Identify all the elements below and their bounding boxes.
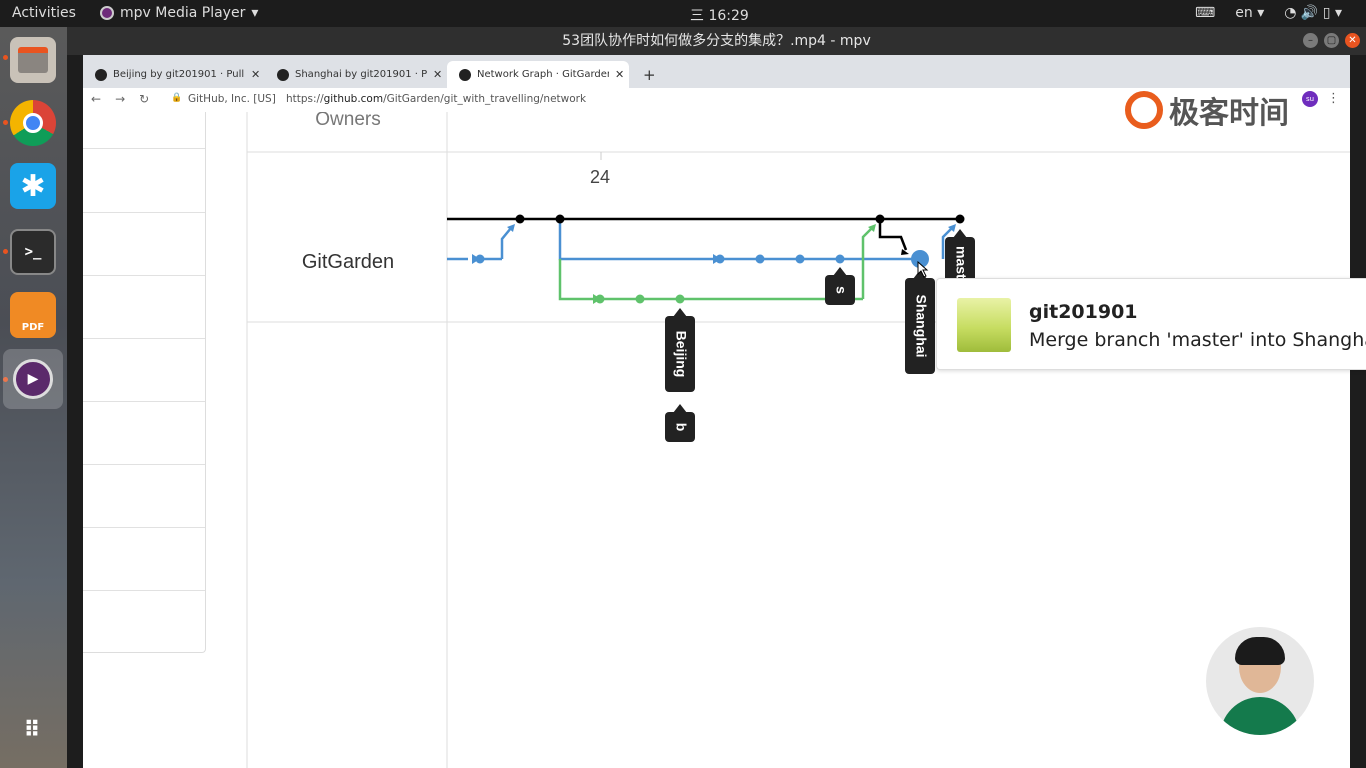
github-icon bbox=[459, 68, 471, 81]
owner-name: GitGarden bbox=[302, 251, 394, 273]
tab-network-graph[interactable]: Network Graph · GitGarden/git ✕ bbox=[447, 61, 629, 88]
branch-shanghai bbox=[447, 219, 953, 261]
play-icon: ▶ bbox=[13, 359, 53, 399]
branch-master bbox=[447, 217, 960, 251]
show-applications-icon[interactable]: ⠿ bbox=[10, 707, 56, 753]
github-icon bbox=[95, 68, 107, 81]
tab-shanghai[interactable]: Shanghai by git201901 · Pull R ✕ bbox=[265, 61, 447, 88]
language-label: en bbox=[1235, 5, 1253, 21]
commit-dot[interactable] bbox=[515, 214, 525, 224]
lock-icon[interactable]: 🔒 bbox=[171, 93, 182, 103]
wifi-icon: ◔ bbox=[1284, 5, 1297, 21]
presenter-video-overlay bbox=[1206, 627, 1314, 735]
launcher-dock: ✱ >_ PDF ▶ ⠿ bbox=[0, 27, 67, 768]
running-indicator bbox=[3, 120, 8, 125]
tab-beijing[interactable]: Beijing by git201901 · Pull Req ✕ bbox=[83, 61, 265, 88]
label-shanghai-text: Shanghai bbox=[913, 294, 929, 357]
close-icon[interactable]: ✕ bbox=[251, 68, 260, 81]
close-icon[interactable]: ✕ bbox=[433, 68, 442, 81]
battery-icon: ▯ bbox=[1322, 5, 1331, 21]
geektime-logo-icon bbox=[1125, 91, 1163, 129]
language-indicator[interactable]: en ▾ bbox=[1235, 5, 1264, 21]
window-title-bar: 53团队协作时如何做多分支的集成？.mp4 - mpv – ▢ ✕ bbox=[67, 27, 1366, 55]
profile-avatar[interactable]: su bbox=[1302, 91, 1318, 107]
commit-dot[interactable] bbox=[955, 214, 965, 224]
close-icon[interactable]: ✕ bbox=[1345, 33, 1360, 48]
url-path: /GitGarden/git_with_travelling/network bbox=[383, 93, 587, 105]
commit-tooltip: git201901 Merge branch 'master' into Sha… bbox=[936, 278, 1366, 370]
running-indicator bbox=[3, 55, 8, 60]
tab-label: Beijing by git201901 · Pull Req bbox=[113, 69, 245, 80]
label-b-text: b bbox=[673, 423, 689, 432]
label-s-text: s bbox=[833, 286, 849, 294]
keyboard-icon[interactable]: ⌨ bbox=[1195, 5, 1215, 21]
label-beijing: Beijing bbox=[665, 308, 695, 392]
label-shanghai: Shanghai bbox=[905, 270, 935, 374]
commit-message: Merge branch 'master' into Shanghai bbox=[1029, 329, 1366, 351]
url-prefix: https:// bbox=[286, 93, 324, 105]
label-beijing-text: Beijing bbox=[673, 331, 689, 378]
system-tray: ⌨ en ▾ ◔ 🔊 ▯ ▾ bbox=[1195, 5, 1342, 21]
commit-dot[interactable] bbox=[715, 254, 725, 264]
app-menu[interactable]: mpv Media Player ▾ bbox=[100, 5, 258, 21]
forward-icon[interactable]: → bbox=[115, 92, 125, 106]
commit-dot[interactable] bbox=[795, 254, 805, 264]
clock[interactable]: 三 16:29 bbox=[690, 5, 749, 25]
activities-button[interactable]: Activities bbox=[12, 5, 76, 21]
commit-dot[interactable] bbox=[675, 294, 685, 304]
owners-header: Owners bbox=[315, 112, 380, 130]
label-s: s bbox=[825, 267, 855, 305]
system-top-bar: Activities mpv Media Player ▾ 三 16:29 ⌨ … bbox=[0, 0, 1366, 27]
commit-dot[interactable] bbox=[875, 214, 885, 224]
star-app-icon[interactable]: ✱ bbox=[10, 163, 56, 209]
running-indicator bbox=[3, 249, 8, 254]
terminal-icon[interactable]: >_ bbox=[10, 229, 56, 275]
commit-dot[interactable] bbox=[595, 294, 605, 304]
date-tick: 24 bbox=[590, 167, 610, 187]
url-host: github.com bbox=[323, 93, 384, 105]
pdf-label: PDF bbox=[21, 322, 45, 333]
back-icon[interactable]: ← bbox=[91, 92, 101, 106]
watermark-text: 极客时间 bbox=[1169, 96, 1289, 131]
label-b: b bbox=[665, 404, 695, 442]
github-icon bbox=[277, 68, 289, 81]
graph-grid bbox=[246, 112, 1350, 768]
files-icon[interactable] bbox=[10, 37, 56, 83]
tab-strip: Beijing by git201901 · Pull Req ✕ Shangh… bbox=[83, 55, 1350, 88]
app-menu-label: mpv Media Player bbox=[120, 5, 246, 21]
volume-icon: 🔊 bbox=[1300, 5, 1319, 21]
status-menu[interactable]: ◔ 🔊 ▯ ▾ bbox=[1284, 5, 1342, 21]
menu-icon[interactable]: ⋮ bbox=[1327, 91, 1340, 106]
commit-dot[interactable] bbox=[475, 254, 485, 264]
window-controls: – ▢ ✕ bbox=[1303, 33, 1360, 48]
network-graph-page: Owners GitGarden 24 s Beijing b Shanghai… bbox=[83, 112, 1350, 768]
network-graph: Owners GitGarden 24 s Beijing b Shanghai… bbox=[246, 112, 1350, 768]
author-avatar bbox=[957, 298, 1011, 352]
geektime-watermark: 极客时间 bbox=[1125, 88, 1289, 132]
site-identity[interactable]: GitHub, Inc. [US] bbox=[188, 93, 276, 105]
mpv-app-icon bbox=[100, 6, 114, 20]
new-tab-button[interactable]: + bbox=[631, 61, 656, 88]
commit-author: git201901 bbox=[1029, 301, 1138, 323]
chrome-icon[interactable] bbox=[10, 100, 56, 146]
chevron-down-icon: ▾ bbox=[251, 5, 259, 21]
minimize-icon[interactable]: – bbox=[1303, 33, 1318, 48]
reload-icon[interactable]: ↻ bbox=[139, 92, 149, 106]
tab-label: Network Graph · GitGarden/git bbox=[477, 69, 609, 80]
address-bar[interactable]: https://github.com/GitGarden/git_with_tr… bbox=[286, 93, 586, 105]
commit-dot[interactable] bbox=[555, 214, 565, 224]
maximize-icon[interactable]: ▢ bbox=[1324, 33, 1339, 48]
commit-dot[interactable] bbox=[835, 254, 845, 264]
window-title: 53团队协作时如何做多分支的集成？.mp4 - mpv bbox=[562, 33, 871, 49]
close-icon[interactable]: ✕ bbox=[615, 68, 624, 81]
tab-label: Shanghai by git201901 · Pull R bbox=[295, 69, 427, 80]
browser-window: Beijing by git201901 · Pull Req ✕ Shangh… bbox=[83, 55, 1350, 768]
mpv-dock-item[interactable]: ▶ bbox=[3, 349, 63, 409]
commit-dot[interactable] bbox=[635, 294, 645, 304]
commit-dot[interactable] bbox=[755, 254, 765, 264]
pdf-reader-icon[interactable]: PDF bbox=[10, 292, 56, 338]
